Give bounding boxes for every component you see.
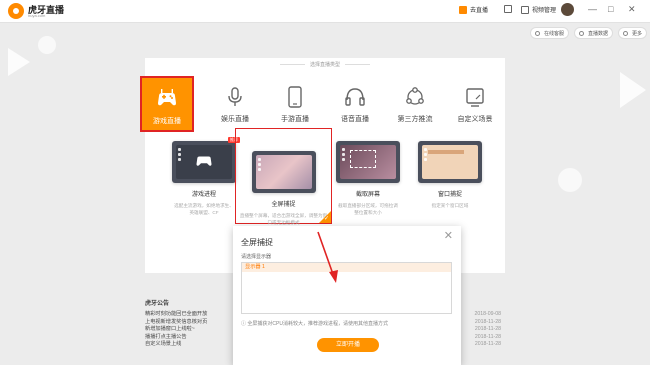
gamepad-icon bbox=[196, 156, 212, 166]
subtype-window-capture[interactable]: 窗口捕捉 指定某个窗口区域 bbox=[416, 141, 484, 209]
subtype-region-capture[interactable]: 截取屏幕 截取直播部分区域，可拖拉调整位置和大小 bbox=[334, 141, 402, 216]
more-button[interactable]: 更多 bbox=[618, 27, 648, 39]
monitor-select-label: 请选择显示器 bbox=[241, 254, 272, 260]
game-process-preview: 推荐 bbox=[172, 137, 240, 183]
region-capture-preview bbox=[336, 141, 400, 183]
category-custom-scene[interactable]: 自定义场景 bbox=[448, 76, 502, 132]
section-title: 选择直播类型 bbox=[145, 61, 505, 68]
category-game-live[interactable]: 游戏直播 bbox=[140, 76, 194, 132]
online-service-button[interactable]: 在线客服 bbox=[530, 27, 570, 39]
microphone-icon bbox=[228, 87, 242, 106]
window-capture-preview bbox=[418, 141, 482, 183]
dialog-tip: ⓘ 全屏捕获对CPU消耗较大，推荐游戏进程，请使用其他直播方式 bbox=[241, 321, 388, 327]
start-live-now-button[interactable]: 立即开播 bbox=[317, 338, 379, 352]
custom-scene-icon bbox=[466, 88, 484, 107]
message-button[interactable] bbox=[504, 5, 512, 13]
app-domain: huya.com bbox=[28, 13, 46, 18]
headset-icon bbox=[535, 31, 540, 36]
headphones-icon bbox=[345, 88, 365, 106]
message-icon bbox=[504, 5, 512, 13]
video-manage-button[interactable]: 视频管理 bbox=[521, 5, 556, 14]
close-button[interactable]: ✕ bbox=[628, 3, 636, 15]
subtype-fullscreen-capture[interactable]: 全屏捕捉 直播整个屏幕，适合出游戏全屏，调整为窗口或无边框模式 ✓ bbox=[235, 128, 332, 225]
live-icon bbox=[459, 5, 467, 14]
subtype-game-process[interactable]: 推荐 游戏进程 选配主流游戏，如绝地求生、英雄联盟、CF bbox=[170, 137, 240, 216]
fullscreen-capture-preview bbox=[251, 151, 316, 193]
decor-play-icon bbox=[8, 48, 30, 76]
decor-play-icon bbox=[620, 72, 646, 108]
user-avatar[interactable] bbox=[561, 3, 574, 16]
chart-icon bbox=[579, 31, 584, 36]
category-voice-live[interactable]: 语音直播 bbox=[328, 76, 382, 132]
selected-check-icon: ✓ bbox=[319, 211, 331, 223]
live-data-button[interactable]: 直播数据 bbox=[574, 27, 614, 39]
share-icon bbox=[406, 87, 424, 105]
category-third-party-stream[interactable]: 第三方推流 bbox=[388, 76, 442, 132]
category-mobile-game-live[interactable]: 手游直播 bbox=[268, 76, 322, 132]
decor-circle bbox=[38, 36, 56, 54]
monitor-list[interactable]: 显示器 1 bbox=[241, 262, 452, 314]
start-live-button[interactable]: 去直播 bbox=[459, 5, 488, 14]
video-icon bbox=[521, 5, 529, 14]
fullscreen-capture-dialog: 全屏捕捉 ✕ 请选择显示器 显示器 1 ⓘ 全屏捕获对CPU消耗较大，推荐游戏进… bbox=[233, 226, 461, 365]
category-entertainment-live[interactable]: 娱乐直播 bbox=[208, 76, 262, 132]
more-icon bbox=[623, 31, 628, 36]
dialog-close-icon[interactable]: ✕ bbox=[444, 231, 453, 242]
dialog-title: 全屏捕捉 bbox=[241, 238, 273, 247]
title-bar: 虎牙直播 huya.com 去直播 视频管理 — □ ✕ bbox=[0, 0, 650, 23]
decor-circle bbox=[558, 168, 582, 192]
minimize-button[interactable]: — bbox=[588, 3, 597, 15]
gamepad-icon bbox=[158, 89, 176, 106]
phone-icon bbox=[288, 86, 302, 108]
huya-logo-icon bbox=[8, 3, 24, 19]
notice-title: 虎牙公告 bbox=[145, 301, 170, 307]
maximize-button[interactable]: □ bbox=[608, 3, 613, 15]
monitor-option-1[interactable]: 显示器 1 bbox=[242, 263, 451, 272]
